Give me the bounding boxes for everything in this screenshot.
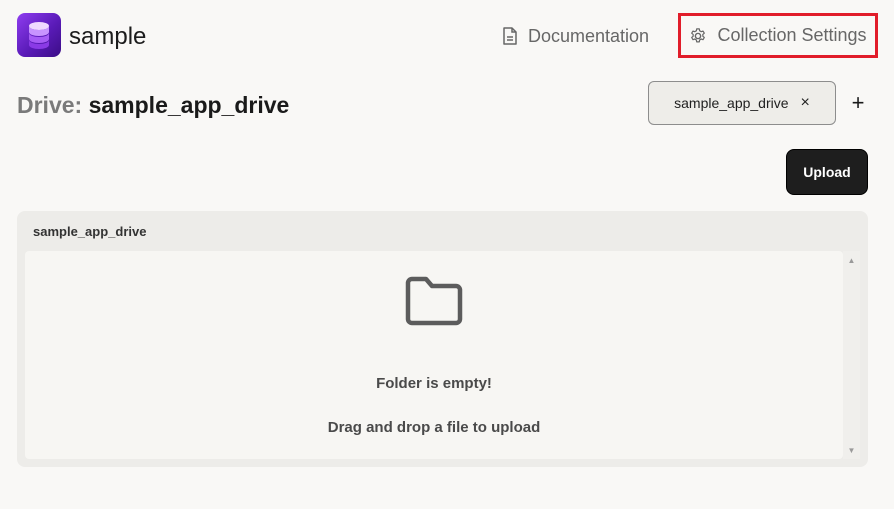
collection-settings-label: Collection Settings [717, 25, 867, 45]
top-header: sample Documentation Collection Settings [0, 0, 894, 70]
drive-tab-chip[interactable]: sample_app_drive × [648, 81, 836, 125]
document-icon [503, 27, 517, 45]
vertical-scrollbar[interactable]: ▲ ▼ [843, 251, 860, 459]
database-icon [29, 22, 49, 49]
app-logo[interactable] [17, 13, 61, 57]
empty-state-title: Folder is empty! [376, 375, 492, 392]
scroll-down-icon[interactable]: ▼ [843, 443, 860, 457]
upload-button[interactable]: Upload [786, 149, 868, 195]
add-drive-button[interactable]: + [846, 90, 870, 116]
gear-icon [691, 27, 706, 42]
drop-zone[interactable]: Folder is empty! Drag and drop a file to… [25, 251, 843, 459]
documentation-label: Documentation [528, 25, 650, 46]
collection-settings-link[interactable]: Collection Settings [678, 13, 878, 58]
empty-state-subtitle: Drag and drop a file to upload [327, 419, 541, 436]
app-name: sample [69, 23, 147, 50]
close-icon[interactable]: × [801, 95, 810, 111]
panel-title: sample_app_drive [33, 224, 147, 239]
page-title-name: sample_app_drive [88, 92, 290, 118]
file-browser-panel: sample_app_drive Folder is empty! Drag a… [17, 211, 868, 467]
scroll-up-icon[interactable]: ▲ [843, 253, 860, 267]
documentation-link[interactable]: Documentation [502, 20, 649, 52]
drive-tab-label: sample_app_drive [674, 95, 789, 111]
folder-icon [405, 276, 463, 326]
page-title: Drive: sample_app_drive [17, 90, 289, 120]
page-title-prefix: Drive: [17, 92, 83, 118]
